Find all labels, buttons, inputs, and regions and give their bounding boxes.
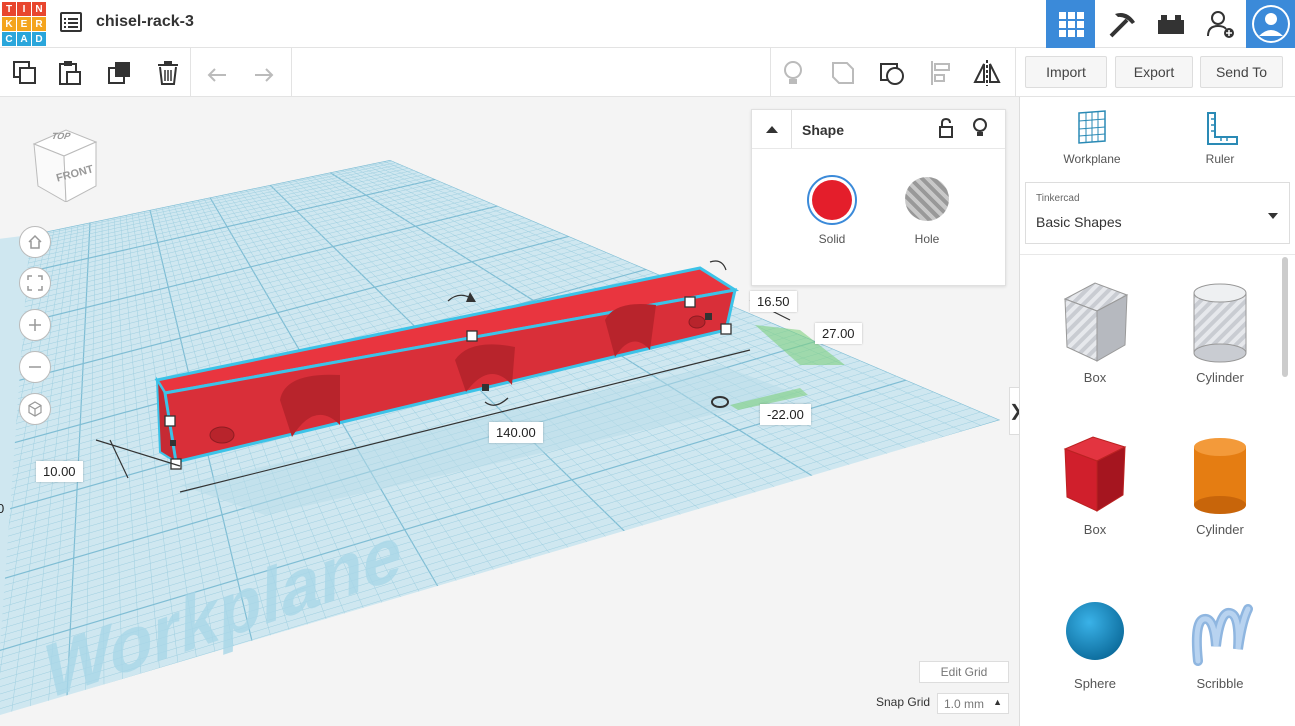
ungroup-icon[interactable]: [875, 56, 909, 90]
grid-view-icon[interactable]: [1046, 0, 1095, 48]
zoom-in-icon[interactable]: [19, 309, 51, 341]
viewcube-top[interactable]: TOP: [50, 131, 72, 141]
top-bar: TIN KER CAD chisel-rack-3: [0, 0, 1295, 48]
logo-letter: N: [32, 2, 46, 16]
shape-cylinder-orange[interactable]: Cylinder: [1170, 433, 1270, 537]
copy-icon[interactable]: [8, 56, 42, 90]
snap-grid-select[interactable]: 1.0 mm ▲: [937, 693, 1009, 714]
scribble-icon: [1191, 604, 1253, 666]
shape-inspector: Shape Solid Hole: [751, 109, 1006, 286]
redo-icon[interactable]: [247, 56, 281, 90]
library-caption: Tinkercad: [1036, 193, 1080, 204]
dim-edge-label: 0: [0, 501, 5, 516]
dim-offset-label[interactable]: -22.00: [760, 404, 811, 425]
collapse-caret-icon[interactable]: [752, 110, 792, 148]
duplicate-icon[interactable]: [103, 56, 137, 90]
shape-box-gray[interactable]: Box: [1045, 279, 1145, 385]
logo-letter: R: [32, 17, 46, 31]
group-icon[interactable]: [826, 56, 860, 90]
light-bulb-icon[interactable]: [972, 117, 988, 144]
shape-scribble-label: Scribble: [1196, 676, 1244, 691]
shape-panel-title: Shape: [802, 122, 845, 138]
fit-view-icon[interactable]: [19, 267, 51, 299]
cylinder-orange-icon: [1194, 438, 1246, 514]
align-icon[interactable]: [924, 56, 958, 90]
home-view-icon[interactable]: [19, 226, 51, 258]
dim-width-label[interactable]: 27.00: [815, 323, 862, 344]
edit-toolbar: Import Export Send To: [0, 48, 1295, 97]
solid-label: Solid: [818, 232, 846, 246]
tinkercad-logo[interactable]: TIN KER CAD: [2, 2, 46, 46]
shape-library-select[interactable]: Tinkercad Basic Shapes: [1025, 182, 1290, 244]
cylinder-gray-icon: [1193, 283, 1247, 363]
delete-icon[interactable]: [151, 56, 185, 90]
design-menu-icon[interactable]: [60, 12, 82, 32]
dim-elevation-label[interactable]: 16.50: [750, 291, 797, 312]
add-user-icon[interactable]: [1196, 0, 1245, 48]
hole-label: Hole: [914, 232, 940, 246]
ruler-label[interactable]: Ruler: [1180, 152, 1260, 166]
logo-letter: I: [17, 2, 31, 16]
workplane-label[interactable]: Workplane: [1050, 152, 1134, 166]
design-title[interactable]: chisel-rack-3: [96, 13, 194, 31]
dropdown-arrow-icon: [1267, 207, 1279, 225]
dim-height-label[interactable]: 10.00: [36, 461, 83, 482]
library-name: Basic Shapes: [1036, 214, 1122, 230]
ortho-view-icon[interactable]: [19, 393, 51, 425]
dim-length-label[interactable]: 140.00: [489, 422, 543, 443]
snap-grid-label: Snap Grid: [876, 695, 931, 709]
snap-grid-value: 1.0 mm: [944, 697, 985, 711]
shape-cylinder-orange-label: Cylinder: [1196, 522, 1244, 537]
logo-letter: K: [2, 17, 16, 31]
solid-swatch[interactable]: [807, 175, 857, 225]
caret-up-icon: ▲: [993, 697, 1002, 707]
mirror-icon[interactable]: [970, 56, 1004, 90]
pickaxe-icon[interactable]: [1096, 0, 1145, 48]
box-red-icon: [1063, 436, 1127, 512]
bricks-icon[interactable]: [1146, 0, 1195, 48]
ruler-icon[interactable]: [1205, 111, 1239, 152]
import-button[interactable]: Import: [1025, 56, 1107, 88]
shape-box-gray-label: Box: [1083, 370, 1107, 385]
logo-letter: E: [17, 17, 31, 31]
workplane-icon[interactable]: [1075, 109, 1109, 152]
logo-letter: T: [2, 2, 16, 16]
zoom-out-icon[interactable]: [19, 351, 51, 383]
paste-icon[interactable]: [53, 56, 87, 90]
view-cube[interactable]: TOP FRONT: [26, 122, 106, 203]
library-scrollbar[interactable]: [1282, 257, 1288, 377]
sphere-icon: [1066, 602, 1124, 660]
shape-library-panel: Workplane Ruler Tinkercad Basic Shapes B…: [1019, 97, 1295, 726]
shape-box-red[interactable]: Box: [1045, 433, 1145, 537]
shape-cylinder-gray[interactable]: Cylinder: [1170, 279, 1270, 385]
box-gray-icon: [1063, 282, 1129, 362]
undo-icon[interactable]: [200, 56, 234, 90]
shape-sphere[interactable]: Sphere: [1045, 591, 1145, 691]
notes-bulb-icon[interactable]: [776, 56, 810, 90]
shape-box-red-label: Box: [1083, 522, 1107, 537]
avatar[interactable]: [1246, 0, 1295, 48]
export-button[interactable]: Export: [1115, 56, 1193, 88]
lock-icon[interactable]: [938, 117, 954, 143]
shape-sphere-label: Sphere: [1074, 676, 1116, 691]
logo-letter: D: [32, 32, 46, 46]
panel-collapse-arrow[interactable]: ❯: [1009, 387, 1019, 435]
logo-letter: A: [17, 32, 31, 46]
shape-cylinder-gray-label: Cylinder: [1196, 370, 1244, 385]
hole-swatch[interactable]: [905, 177, 949, 221]
shape-scribble[interactable]: Scribble: [1170, 591, 1270, 691]
edit-grid-button[interactable]: Edit Grid: [919, 661, 1009, 683]
logo-letter: C: [2, 32, 16, 46]
send-to-button[interactable]: Send To: [1200, 56, 1283, 88]
